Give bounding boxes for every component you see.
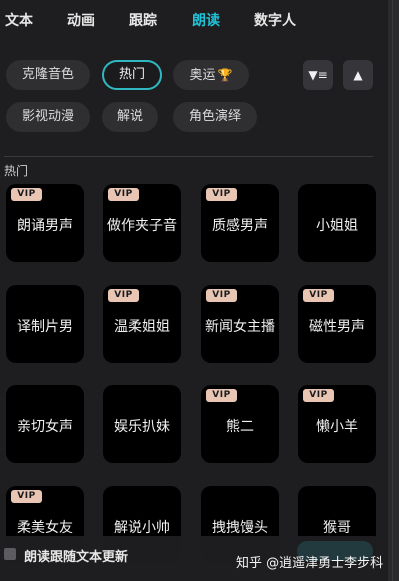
voice-card[interactable]: VIP 懒小羊 <box>298 385 376 463</box>
chip-role-play[interactable]: 角色演绎 <box>173 102 257 132</box>
chip-clone-voice[interactable]: 克隆音色 <box>6 60 90 90</box>
voice-card[interactable]: 亲切女声 <box>6 385 84 463</box>
voice-card[interactable]: 小姐姐 <box>298 184 376 262</box>
voice-card[interactable]: VIP 熊二 <box>201 385 279 463</box>
chip-film-anime[interactable]: 影视动漫 <box>6 102 90 132</box>
tab-tracking[interactable]: 跟踪 <box>129 10 157 30</box>
voice-card-label: 拽拽馒头 <box>212 520 268 536</box>
filter-icon: ▼≡ <box>308 68 328 82</box>
voice-card[interactable]: VIP 质感男声 <box>201 184 279 262</box>
voice-card[interactable]: VIP 新闻女主播 <box>201 285 279 363</box>
panel-scroll-edge[interactable] <box>388 0 399 581</box>
voice-card-label: 柔美女友 <box>17 520 73 536</box>
top-tabs: 文本 动画 跟踪 朗读 数字人 <box>0 0 388 40</box>
voice-card-label: 磁性男声 <box>309 319 365 335</box>
trophy-icon: 🏆 <box>217 68 233 82</box>
chip-olympics[interactable]: 奥运 🏆 <box>173 60 249 90</box>
vip-badge: VIP <box>303 389 334 402</box>
voice-card-label: 猴哥 <box>323 520 351 536</box>
voice-card[interactable]: VIP 做作夹子音 <box>103 184 181 262</box>
voice-card[interactable]: 译制片男 <box>6 285 84 363</box>
vip-badge: VIP <box>11 188 42 201</box>
tab-animation[interactable]: 动画 <box>67 10 95 30</box>
voice-card[interactable]: 娱乐扒妹 <box>103 385 181 463</box>
voice-card[interactable]: VIP 磁性男声 <box>298 285 376 363</box>
chip-hot[interactable]: 热门 <box>102 60 162 90</box>
tab-text[interactable]: 文本 <box>5 10 33 30</box>
follow-text-checkbox[interactable] <box>4 548 16 560</box>
tab-read-aloud[interactable]: 朗读 <box>192 10 220 30</box>
vip-badge: VIP <box>206 188 237 201</box>
section-title: 热门 <box>4 164 29 178</box>
voice-card-label: 亲切女声 <box>17 419 73 435</box>
vip-badge: VIP <box>206 389 237 402</box>
voice-card-label: 懒小羊 <box>316 419 358 435</box>
voice-card-label: 娱乐扒妹 <box>114 419 170 435</box>
vip-badge: VIP <box>206 289 237 302</box>
voice-card-label: 新闻女主播 <box>205 319 275 335</box>
tab-digital-human[interactable]: 数字人 <box>254 10 296 30</box>
collapse-filters-button[interactable]: ▲ <box>343 60 373 90</box>
voice-card-label: 熊二 <box>226 419 254 435</box>
voice-card-label: 质感男声 <box>212 218 268 234</box>
voice-card-label: 做作夹子音 <box>107 218 177 234</box>
vip-badge: VIP <box>108 188 139 201</box>
section-divider <box>4 156 373 157</box>
chip-olympics-label: 奥运 <box>189 68 216 83</box>
voice-card[interactable]: VIP 朗诵男声 <box>6 184 84 262</box>
vip-badge: VIP <box>303 289 334 302</box>
triangle-up-icon: ▲ <box>353 68 363 82</box>
chip-commentary[interactable]: 解说 <box>102 102 158 132</box>
voice-card-label: 译制片男 <box>17 319 73 335</box>
voice-card-label: 温柔姐姐 <box>114 319 170 335</box>
voice-card-label: 解说小帅 <box>114 520 170 536</box>
watermark-text: 知乎 @逍遥津勇士李步科 <box>236 556 384 571</box>
vip-badge: VIP <box>11 490 42 503</box>
follow-text-label: 朗读跟随文本更新 <box>24 550 129 565</box>
voice-card-label: 小姐姐 <box>316 218 358 234</box>
vip-badge: VIP <box>108 289 139 302</box>
filter-sort-button[interactable]: ▼≡ <box>303 60 333 90</box>
voice-card-label: 朗诵男声 <box>17 218 73 234</box>
voice-card[interactable]: VIP 温柔姐姐 <box>103 285 181 363</box>
